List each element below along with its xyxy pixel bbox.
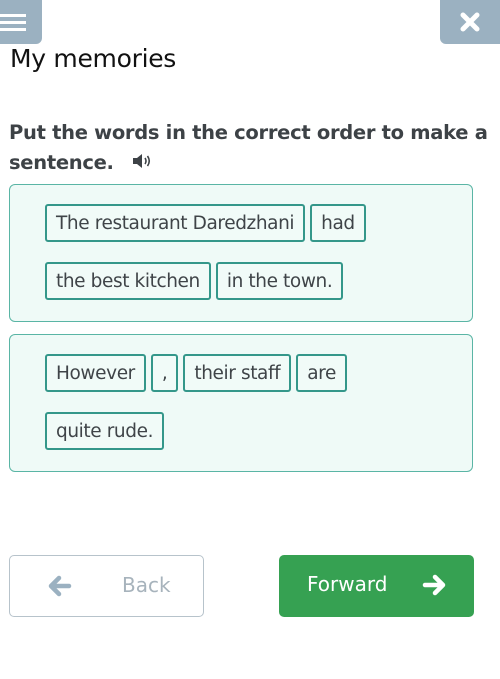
forward-button[interactable]: Forward (279, 555, 474, 617)
instruction-text: Put the words in the correct order to ma… (9, 118, 489, 179)
back-button[interactable]: Back (9, 555, 204, 617)
close-icon (460, 12, 480, 32)
arrow-left-icon (48, 575, 72, 597)
word-chip[interactable]: are (296, 354, 347, 392)
arrow-right-icon (422, 574, 446, 596)
word-chip[interactable]: quite rude. (45, 412, 165, 450)
word-chip[interactable]: the best kitchen (45, 262, 211, 300)
instruction-label: Put the words in the correct order to ma… (9, 121, 488, 174)
speaker-icon (133, 153, 151, 168)
word-chip[interactable]: The restaurant Daredzhani (45, 204, 306, 242)
menu-button[interactable] (0, 0, 42, 44)
word-chip[interactable]: However (45, 354, 146, 392)
sentence-box-1[interactable]: The restaurant Daredzhani had the best k… (9, 184, 473, 322)
page-title: My memories (10, 44, 177, 73)
word-chip[interactable]: , (150, 354, 179, 392)
back-label: Back (122, 573, 171, 597)
audio-button[interactable] (132, 149, 154, 179)
word-chip[interactable]: had (310, 204, 366, 242)
close-button[interactable] (440, 0, 500, 44)
forward-label: Forward (307, 572, 388, 596)
word-chip[interactable]: their staff (183, 354, 292, 392)
hamburger-icon (0, 13, 26, 17)
word-chip[interactable]: in the town. (215, 262, 344, 300)
sentence-box-2[interactable]: However , their staff are quite rude. (9, 334, 473, 472)
